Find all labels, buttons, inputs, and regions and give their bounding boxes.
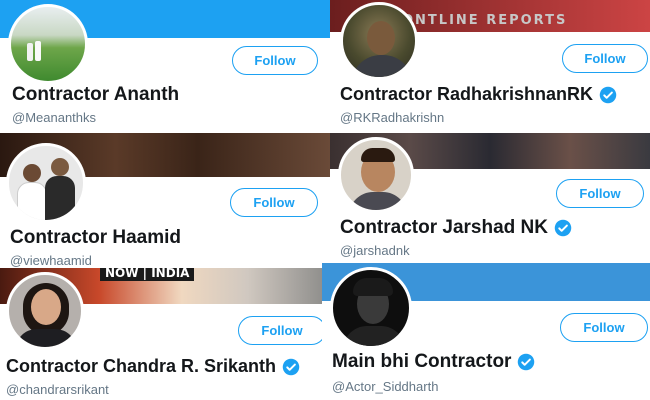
avatar[interactable] <box>330 267 412 349</box>
avatar-face <box>31 289 61 325</box>
verified-badge-icon <box>517 353 535 371</box>
profile-card-jarshad: Follow Contractor Jarshad NK @jarshadnk <box>330 133 650 263</box>
avatar-shoulders <box>351 55 413 77</box>
profile-card-haamid: Follow Contractor Haamid @viewhaamid <box>0 133 330 268</box>
avatar-shoulders <box>343 326 405 346</box>
display-name: Contractor Chandra R. Srikanth <box>6 356 300 377</box>
avatar-shoulders <box>349 192 407 210</box>
avatar-hair <box>353 278 393 296</box>
handle: @chandrarsrikant <box>6 382 109 397</box>
follow-button[interactable]: Follow <box>562 44 648 73</box>
verified-badge-icon <box>599 86 617 104</box>
verified-badge-icon <box>282 358 300 376</box>
display-name: Contractor Jarshad NK <box>340 217 572 239</box>
handle: @RKRadhakrishn <box>340 110 445 125</box>
display-name-text: Contractor Ananth <box>12 84 180 105</box>
handle: @viewhaamid <box>10 253 92 268</box>
display-name-text: Contractor RadhakrishnanRK <box>340 84 594 104</box>
follow-button[interactable]: Follow <box>238 316 326 345</box>
avatar-shoulders <box>15 329 77 347</box>
display-name: Contractor Haamid <box>10 227 181 249</box>
display-name-text: Contractor Chandra R. Srikanth <box>6 356 277 376</box>
avatar-figure <box>27 43 33 61</box>
avatar-figure <box>35 41 41 61</box>
display-name: Main bhi Contractor <box>332 351 535 373</box>
follow-button[interactable]: Follow <box>232 46 318 75</box>
display-name: Contractor RadhakrishnanRK <box>340 84 617 105</box>
follow-button[interactable]: Follow <box>230 188 318 217</box>
avatar-face <box>367 21 395 55</box>
profile-card-radhakrishnan: ONTLINE REPORTS Follow Contractor Radhak… <box>330 0 650 133</box>
display-name-text: Main bhi Contractor <box>332 351 512 372</box>
follow-button[interactable]: Follow <box>556 179 644 208</box>
avatar-person <box>45 176 75 220</box>
avatar-person <box>51 158 69 176</box>
display-name-text: Contractor Haamid <box>10 227 182 248</box>
avatar-hair <box>361 148 395 162</box>
display-name-text: Contractor Jarshad NK <box>340 217 548 238</box>
avatar-person <box>17 182 47 220</box>
avatar[interactable] <box>6 272 84 350</box>
display-name: Contractor Ananth <box>12 84 179 106</box>
handle: @Meananthks <box>12 110 97 125</box>
follow-button[interactable]: Follow <box>560 313 648 342</box>
banner-text: NOW | INDIA <box>100 268 195 281</box>
profile-card-ananth: Follow Contractor Ananth @Meananthks <box>0 0 330 133</box>
handle: @jarshadnk <box>340 243 410 258</box>
avatar-person <box>23 164 41 182</box>
handle: @Actor_Siddharth <box>332 379 439 394</box>
avatar[interactable] <box>6 143 86 223</box>
profile-card-chandra: NOW | INDIA Follow Contractor Chandra R.… <box>0 268 330 400</box>
avatar[interactable] <box>8 4 88 84</box>
profile-card-siddharth: Follow Main bhi Contractor @Actor_Siddha… <box>322 263 650 400</box>
banner-text: ONTLINE REPORTS <box>402 13 568 28</box>
avatar[interactable] <box>338 137 414 213</box>
verified-badge-icon <box>554 219 572 237</box>
avatar[interactable] <box>340 2 418 80</box>
